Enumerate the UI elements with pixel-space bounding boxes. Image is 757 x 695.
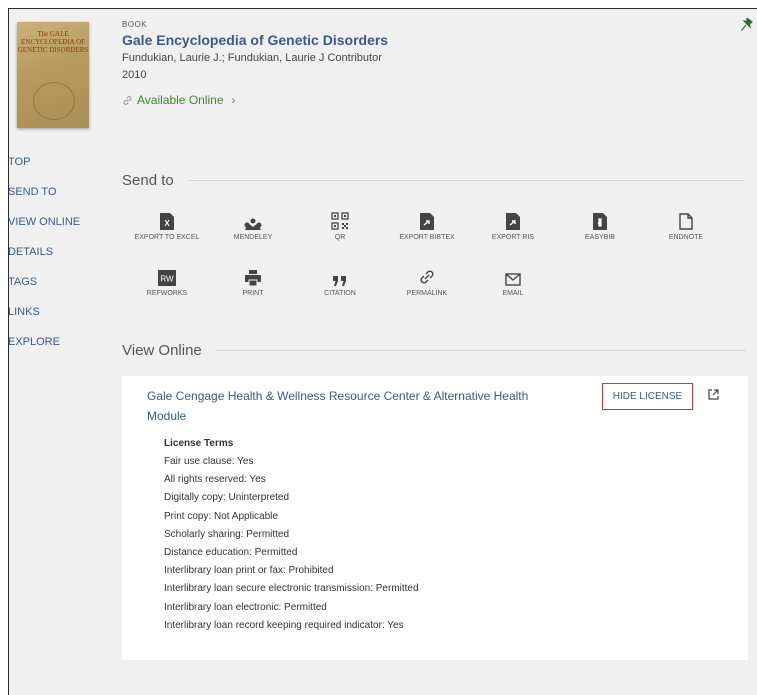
svg-text:RW: RW	[160, 275, 174, 284]
export-bibtex-button[interactable]: EXPORT BIBTEX	[392, 210, 462, 242]
nav-item-links[interactable]: LINKS	[8, 305, 80, 335]
license-term: Fair use clause: Yes	[164, 456, 254, 467]
record-year: 2010	[122, 69, 147, 81]
availability-link[interactable]: Available Online ›	[122, 93, 236, 107]
print-button[interactable]: PRINT	[218, 266, 288, 298]
view-online-card: Gale Cengage Health & Wellness Resource …	[122, 376, 748, 660]
nav-item-send-to[interactable]: SEND TO	[8, 185, 80, 215]
availability-label: Available Online	[137, 93, 224, 107]
easybib-icon	[565, 210, 635, 230]
print-icon	[218, 266, 288, 286]
chevron-right-icon: ›	[231, 93, 236, 107]
qr-button[interactable]: QR	[305, 210, 375, 242]
service-title-link[interactable]: Gale Cengage Health & Wellness Resource …	[147, 386, 547, 426]
record-authors: Fundukian, Laurie J.; Fundukian, Laurie …	[122, 52, 382, 64]
svg-text:x: x	[164, 219, 170, 228]
license-term: Interlibrary loan record keeping require…	[164, 619, 404, 631]
license-term: Digitally copy: Uninterpreted	[164, 492, 290, 504]
nav-item-details[interactable]: DETAILS	[8, 245, 80, 275]
license-term: Interlibrary loan electronic: Permitted	[164, 601, 327, 613]
email-icon	[478, 266, 548, 286]
export-ris-button[interactable]: EXPORT RIS	[478, 210, 548, 242]
ris-icon	[478, 210, 548, 230]
nav-item-view-online[interactable]: VIEW ONLINE	[8, 215, 80, 245]
cover-ornament	[33, 82, 75, 120]
nav-item-explore[interactable]: EXPLORE	[8, 335, 80, 365]
license-terms-list: Fair use clause: Yes All rights reserved…	[164, 456, 419, 638]
license-term: Scholarly sharing: Permitted	[164, 528, 290, 540]
export-excel-button[interactable]: x EXPORT TO EXCEL	[132, 210, 202, 242]
license-terms-heading: License Terms	[164, 438, 234, 449]
license-term: Distance education: Permitted	[164, 546, 298, 558]
mendeley-button[interactable]: MENDELEY	[218, 210, 288, 242]
nav-item-tags[interactable]: TAGS	[8, 275, 80, 305]
book-cover[interactable]: The GALE ENCYCLOPEDIA OF GENETIC DISORDE…	[17, 22, 89, 128]
license-term: Interlibrary loan secure electronic tran…	[164, 583, 419, 595]
nav-item-top[interactable]: TOP	[8, 155, 80, 185]
bibtex-icon	[392, 210, 462, 230]
permalink-icon	[392, 266, 462, 286]
easybib-button[interactable]: EASYBIB	[565, 210, 635, 242]
license-term: All rights reserved: Yes	[164, 474, 266, 486]
section-nav: TOP SEND TO VIEW ONLINE DETAILS TAGS LIN…	[8, 155, 80, 365]
record-title[interactable]: Gale Encyclopedia of Genetic Disorders	[122, 32, 388, 48]
view-online-heading: View Online	[122, 342, 746, 359]
email-button[interactable]: EMAIL	[478, 266, 548, 298]
mendeley-icon	[218, 210, 288, 230]
refworks-button[interactable]: RW REFWORKS	[132, 266, 202, 298]
endnote-icon	[651, 210, 721, 230]
citation-icon	[305, 266, 375, 286]
qr-icon	[305, 210, 375, 230]
refworks-icon: RW	[132, 266, 202, 286]
external-link-icon[interactable]	[708, 389, 719, 400]
record-type: BOOK	[122, 20, 148, 29]
license-term: Print copy: Not Applicable	[164, 510, 278, 522]
pin-icon[interactable]	[741, 18, 753, 32]
send-to-heading: Send to	[122, 172, 744, 189]
link-icon	[123, 95, 132, 105]
hide-license-button[interactable]: HIDE LICENSE	[602, 383, 693, 410]
license-term: Interlibrary loan print or fax: Prohibit…	[164, 565, 334, 577]
endnote-button[interactable]: ENDNOTE	[651, 210, 721, 242]
cover-text: The GALE ENCYCLOPEDIA OF GENETIC DISORDE…	[17, 30, 89, 54]
excel-icon: x	[132, 210, 202, 230]
citation-button[interactable]: CITATION	[305, 266, 375, 298]
permalink-button[interactable]: PERMALINK	[392, 266, 462, 298]
